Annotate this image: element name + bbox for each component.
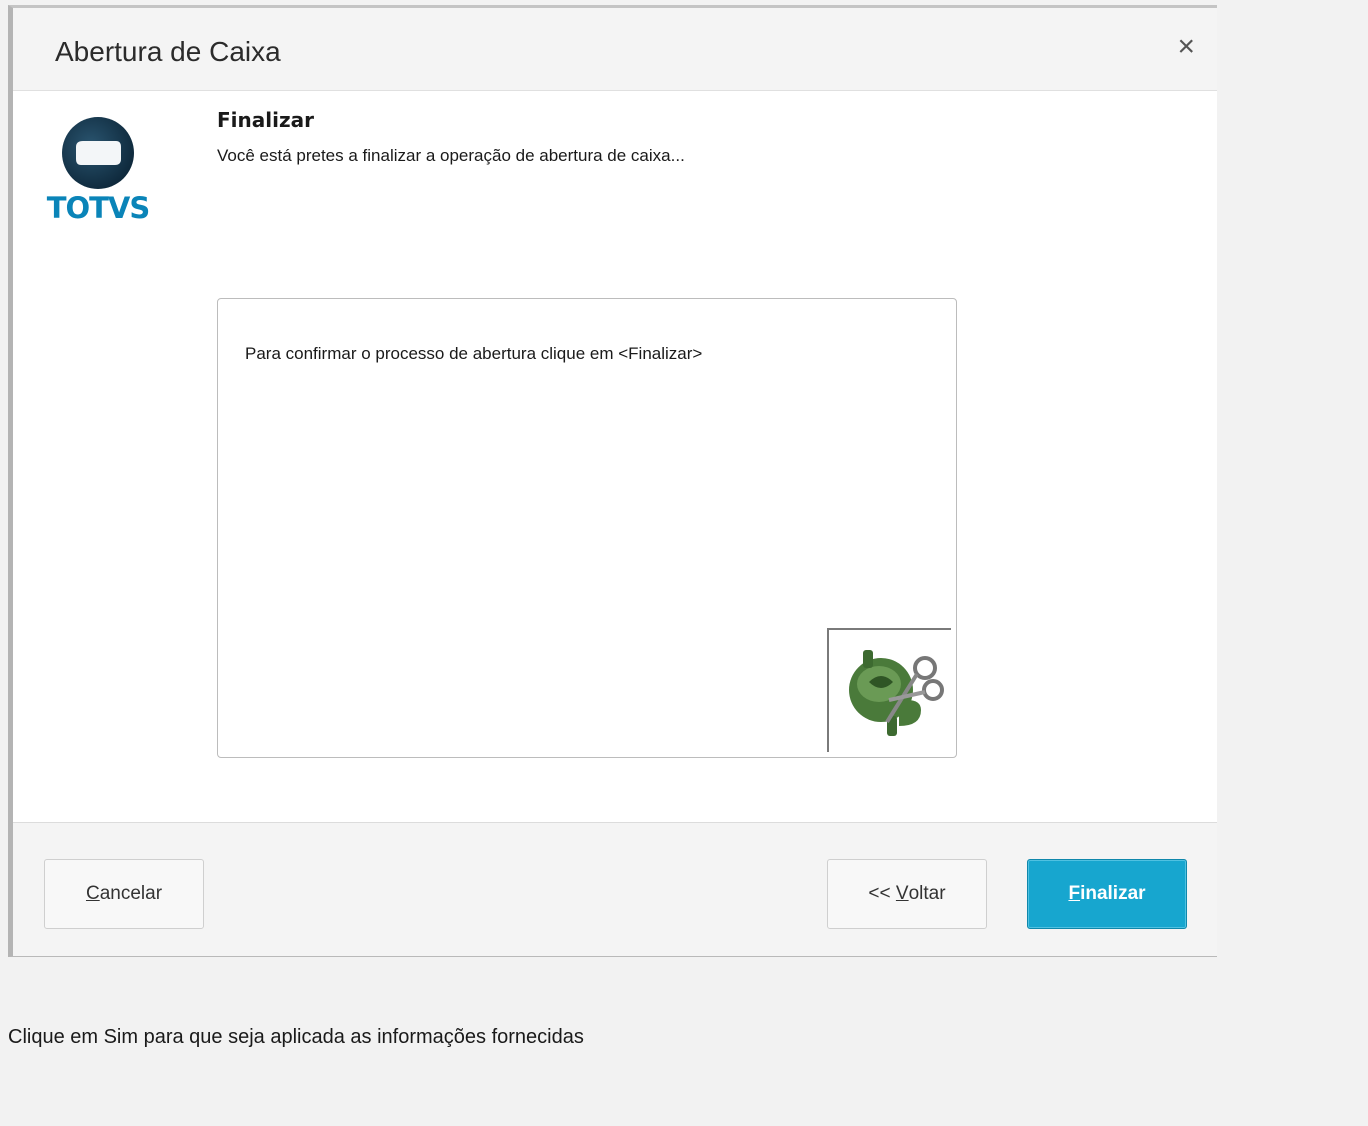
instruction-caption: Clique em Sim para que seja aplicada as … bbox=[8, 1026, 584, 1048]
totvs-logo: TOTVS bbox=[43, 111, 153, 231]
money-scissors-icon bbox=[827, 628, 951, 752]
step-title: Finalizar bbox=[217, 108, 314, 132]
close-icon[interactable]: × bbox=[1177, 32, 1195, 62]
cancel-label: ancelar bbox=[99, 883, 163, 904]
cancel-button[interactable]: Cancelar bbox=[44, 859, 204, 929]
step-description: Você está pretes a finalizar a operação … bbox=[217, 146, 685, 165]
totvs-logo-icon bbox=[62, 117, 134, 189]
back-button[interactable]: << Voltar bbox=[827, 859, 987, 929]
dialog-titlebar: Abertura de Caixa × bbox=[13, 8, 1217, 91]
finish-mnemonic: F bbox=[1068, 883, 1081, 904]
logo-text: TOTVS bbox=[46, 191, 151, 225]
dialog-footer: Cancelar << Voltar Finalizar bbox=[13, 822, 1217, 956]
finish-label: inalizar bbox=[1080, 883, 1146, 904]
content-text: Para confirmar o processo de abertura cl… bbox=[245, 344, 703, 363]
back-label: oltar bbox=[908, 883, 946, 904]
cancel-mnemonic: C bbox=[85, 883, 100, 904]
dialog-title: Abertura de Caixa bbox=[55, 36, 281, 67]
back-prefix: << bbox=[868, 883, 896, 904]
finish-button[interactable]: Finalizar bbox=[1027, 859, 1187, 929]
dialog-window: Abertura de Caixa × TOTVS Finalizar Você… bbox=[8, 5, 1217, 957]
back-mnemonic: V bbox=[895, 883, 909, 904]
content-panel: Para confirmar o processo de abertura cl… bbox=[217, 298, 957, 758]
